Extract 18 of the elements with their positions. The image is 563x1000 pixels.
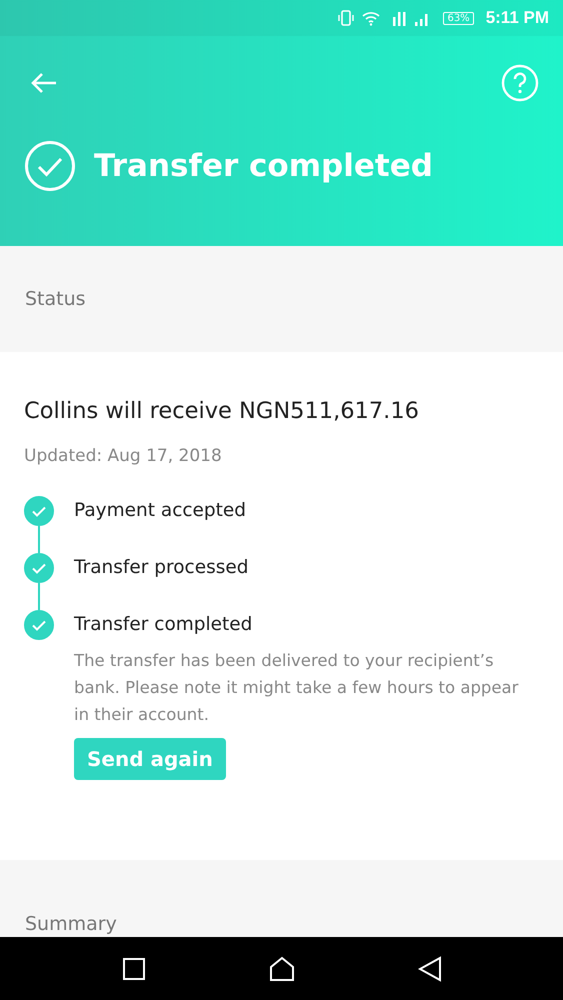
- section-heading: Summary: [25, 913, 117, 935]
- step-label: Payment accepted: [74, 500, 246, 521]
- updated-date: Updated: Aug 17, 2018: [24, 446, 223, 466]
- step-label: Transfer completed: [74, 614, 254, 635]
- wifi-icon: [361, 10, 382, 26]
- vibrate-icon: [337, 9, 356, 27]
- send-again-button[interactable]: Send again: [74, 738, 226, 780]
- section-heading: Status: [25, 288, 86, 310]
- check-circle-icon: [24, 140, 76, 192]
- back-icon[interactable]: [418, 956, 442, 982]
- page-title: Transfer completed: [94, 148, 433, 184]
- receive-amount: Collins will receive NGN511,617.16: [24, 398, 420, 424]
- clock-time: 5:11 PM: [486, 8, 549, 28]
- battery-level: 63%: [443, 12, 474, 24]
- recents-icon[interactable]: [122, 956, 146, 980]
- home-icon[interactable]: [268, 956, 294, 982]
- step-description: The transfer has been delivered to your recipient’s bank. Please note it might take a few hours to appear in their account.: [74, 650, 520, 726]
- step-label: Transfer processed: [74, 557, 248, 578]
